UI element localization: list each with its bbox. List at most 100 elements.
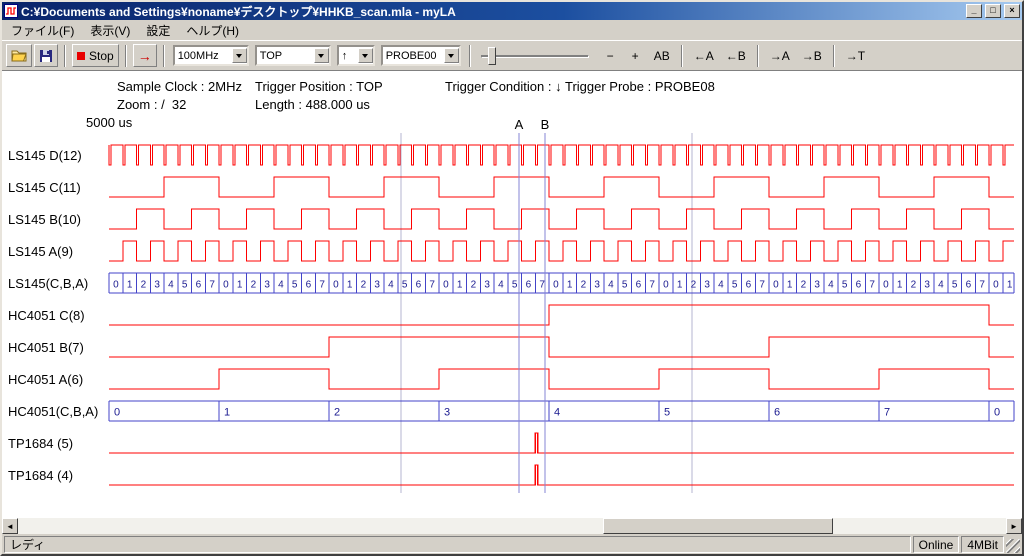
app-icon	[4, 4, 18, 18]
waveform-tp1684-4	[109, 465, 1014, 485]
menu-bar: ファイル(F) 表示(V) 設定 ヘルプ(H)	[2, 20, 1022, 40]
close-button[interactable]: ×	[1004, 4, 1020, 18]
channel-label-ls145-a: LS145 A(9)	[8, 244, 73, 259]
toolbar-separator	[757, 45, 759, 67]
scrollbar-track[interactable]	[18, 518, 1006, 534]
bus-value-ls145-bus: 0	[333, 280, 339, 291]
bus-value-ls145-bus: 4	[828, 280, 834, 291]
bus-value-hc4051-bus: 3	[444, 407, 450, 419]
bus-value-ls145-bus: 6	[746, 280, 752, 291]
menu-settings[interactable]: 設定	[138, 20, 178, 41]
run-button[interactable]: →	[133, 44, 157, 67]
bus-value-ls145-bus: 6	[196, 280, 202, 291]
menu-file[interactable]: ファイル(F)	[3, 20, 82, 41]
stop-button[interactable]: Stop	[72, 44, 119, 67]
resize-grip[interactable]	[1006, 539, 1020, 553]
bus-value-ls145-bus: 4	[278, 280, 284, 291]
bus-value-ls145-bus: 2	[361, 280, 367, 291]
ab-span-button[interactable]: AB	[649, 44, 675, 67]
menu-help[interactable]: ヘルプ(H)	[178, 20, 247, 41]
bus-value-ls145-bus: 3	[924, 280, 930, 291]
channel-label-hc4051-bus: HC4051(C,B,A)	[8, 404, 98, 419]
bus-value-hc4051-bus: 4	[554, 407, 560, 419]
chevron-down-icon[interactable]	[314, 48, 329, 63]
bus-value-ls145-bus: 0	[993, 280, 999, 291]
maximize-button[interactable]: □	[985, 4, 1001, 18]
bus-value-ls145-bus: 6	[966, 280, 972, 291]
toolbar-separator	[64, 45, 66, 67]
goto-trigger-button[interactable]: →T	[841, 44, 870, 67]
scroll-left-icon[interactable]: ◄	[2, 518, 18, 534]
waveform-ls145-b	[109, 209, 1014, 229]
bus-value-ls145-bus: 4	[498, 280, 504, 291]
goto-cursor-a-button[interactable]: ←A	[689, 44, 719, 67]
bus-value-ls145-bus: 3	[374, 280, 380, 291]
waveform-hc4051-a	[109, 369, 1014, 389]
bus-value-ls145-bus: 7	[209, 280, 215, 291]
bus-value-ls145-bus: 2	[911, 280, 917, 291]
bus-value-ls145-bus: 3	[814, 280, 820, 291]
bus-value-hc4051-bus: 7	[884, 407, 890, 419]
bus-value-ls145-bus: 0	[663, 280, 669, 291]
bus-value-ls145-bus: 7	[649, 280, 655, 291]
set-cursor-b-button[interactable]: →B	[797, 44, 827, 67]
toolbar-separator	[163, 45, 165, 67]
bus-value-ls145-bus: 4	[938, 280, 944, 291]
bus-value-ls145-bus: 7	[869, 280, 875, 291]
scrollbar-thumb[interactable]	[603, 518, 833, 534]
trigger-probe-value: PROBE00	[383, 50, 444, 62]
trigger-probe-dropdown[interactable]: PROBE00	[381, 45, 461, 66]
zoom-slider[interactable]	[481, 45, 589, 67]
bus-value-ls145-bus: 5	[182, 280, 188, 291]
zoom-slider-track	[481, 55, 589, 58]
toolbar: Stop → 100MHz TOP ↑ PROBE00 − + AB	[2, 40, 1022, 70]
bus-value-ls145-bus: 7	[539, 280, 545, 291]
cursor-label-b: B	[541, 117, 550, 132]
title-bar: C:¥Documents and Settings¥noname¥デスクトップ¥…	[2, 2, 1022, 20]
floppy-disk-icon	[39, 49, 53, 63]
status-bar: レディ Online 4MBit	[2, 534, 1022, 554]
bus-value-ls145-bus: 1	[1007, 280, 1013, 291]
zoom-out-button[interactable]: −	[599, 44, 622, 67]
zoom-slider-thumb[interactable]	[488, 47, 496, 65]
save-button[interactable]	[34, 44, 58, 67]
bus-value-ls145-bus: 6	[416, 280, 422, 291]
channel-label-hc4051-a: HC4051 A(6)	[8, 372, 83, 387]
trigger-position-dropdown[interactable]: TOP	[255, 45, 331, 66]
scroll-right-icon[interactable]: ►	[1006, 518, 1022, 534]
waveform-area: Sample Clock : 2MHz Trigger Position : T…	[2, 70, 1022, 518]
bus-value-ls145-bus: 5	[512, 280, 518, 291]
bus-value-ls145-bus: 5	[402, 280, 408, 291]
stop-icon	[77, 52, 85, 60]
bus-value-ls145-bus: 2	[251, 280, 257, 291]
waveform-canvas[interactable]: LS145 D(12)LS145 C(11)LS145 B(10)LS145 A…	[2, 71, 1022, 518]
chevron-down-icon[interactable]	[444, 48, 459, 63]
sample-clock-value: 100MHz	[175, 50, 232, 62]
zoom-in-button[interactable]: +	[624, 44, 647, 67]
bus-value-ls145-bus: 1	[237, 280, 243, 291]
bus-value-ls145-bus: 1	[457, 280, 463, 291]
sample-clock-dropdown[interactable]: 100MHz	[173, 45, 249, 66]
minimize-button[interactable]: _	[966, 4, 982, 18]
bus-value-ls145-bus: 6	[526, 280, 532, 291]
horizontal-scrollbar[interactable]: ◄ ►	[2, 518, 1022, 534]
bus-value-ls145-bus: 2	[581, 280, 587, 291]
channel-label-ls145-c: LS145 C(11)	[8, 180, 81, 195]
set-cursor-a-button[interactable]: →A	[765, 44, 795, 67]
chevron-down-icon[interactable]	[232, 48, 247, 63]
bus-value-ls145-bus: 6	[306, 280, 312, 291]
stop-label: Stop	[89, 49, 114, 63]
open-button[interactable]	[6, 44, 32, 67]
bus-value-ls145-bus: 3	[264, 280, 270, 291]
bus-value-ls145-bus: 4	[388, 280, 394, 291]
menu-view[interactable]: 表示(V)	[82, 20, 138, 41]
bus-value-ls145-bus: 2	[471, 280, 477, 291]
goto-cursor-b-button[interactable]: ←B	[721, 44, 751, 67]
trigger-edge-dropdown[interactable]: ↑	[337, 45, 375, 66]
channel-label-hc4051-b: HC4051 B(7)	[8, 340, 84, 355]
bus-value-ls145-bus: 0	[883, 280, 889, 291]
bus-value-hc4051-bus: 0	[994, 407, 1000, 419]
online-status-badge: Online	[913, 536, 960, 553]
bus-value-ls145-bus: 5	[292, 280, 298, 291]
chevron-down-icon[interactable]	[358, 48, 373, 63]
